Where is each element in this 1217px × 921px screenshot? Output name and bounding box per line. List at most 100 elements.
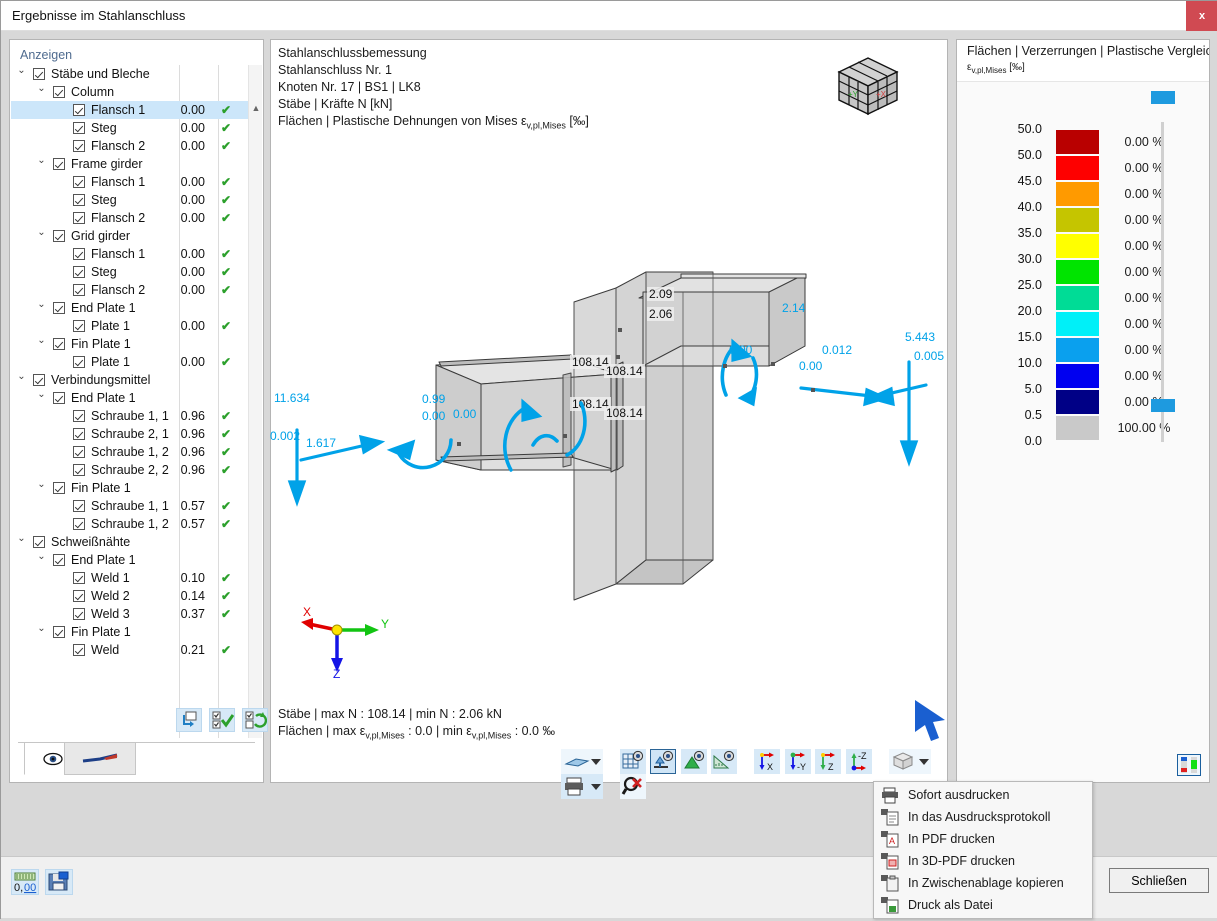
tree-checkbox[interactable] bbox=[73, 140, 85, 152]
tree-row[interactable]: Weld 1 0.10 ✔ bbox=[11, 569, 249, 587]
tree-checkbox[interactable] bbox=[53, 230, 65, 242]
tree-checkbox[interactable] bbox=[73, 518, 85, 530]
context-menu-item[interactable]: A In PDF drucken bbox=[874, 828, 1092, 850]
legend-slider-thumb-top[interactable] bbox=[1151, 91, 1175, 104]
tree-twisty-icon[interactable]: ⌄ bbox=[35, 296, 48, 314]
close-button[interactable]: Schließen bbox=[1109, 868, 1209, 893]
tree-row[interactable]: ⌄ Frame girder bbox=[11, 155, 249, 173]
view-in-minus-z-icon[interactable]: -Z bbox=[845, 749, 872, 774]
context-menu-item[interactable]: In das Ausdrucksprotokoll bbox=[874, 806, 1092, 828]
tree-row[interactable]: Schraube 1, 2 0.96 ✔ bbox=[11, 443, 249, 461]
scroll-up-icon[interactable]: ▲ bbox=[249, 101, 263, 115]
view-in-minus-y-icon[interactable]: -Y bbox=[784, 749, 811, 774]
tree-checkbox[interactable] bbox=[73, 248, 85, 260]
tree-checkbox[interactable] bbox=[73, 284, 85, 296]
tree-row[interactable]: Flansch 1 0.00 ✔ bbox=[11, 173, 249, 191]
tree-row[interactable]: Schraube 1, 1 0.57 ✔ bbox=[11, 497, 249, 515]
context-menu-item[interactable]: In 3D-PDF drucken bbox=[874, 850, 1092, 872]
invert-selection-icon[interactable] bbox=[242, 708, 268, 732]
tree-twisty-icon[interactable]: ⌄ bbox=[15, 530, 28, 548]
tree-checkbox[interactable] bbox=[73, 428, 85, 440]
tree-checkbox[interactable] bbox=[33, 536, 45, 548]
isometric-view-icon[interactable] bbox=[888, 749, 931, 774]
tree-checkbox[interactable] bbox=[73, 572, 85, 584]
tree-checkbox[interactable] bbox=[53, 338, 65, 350]
context-menu-item[interactable]: Druck als Datei bbox=[874, 894, 1092, 916]
print-icon[interactable] bbox=[561, 774, 603, 799]
tree-row[interactable]: Flansch 1 0.00 ✔ bbox=[11, 101, 249, 119]
tree-checkbox[interactable] bbox=[73, 446, 85, 458]
tree-row[interactable]: ⌄ End Plate 1 bbox=[11, 299, 249, 317]
tree-checkbox[interactable] bbox=[53, 86, 65, 98]
tree-checkbox[interactable] bbox=[33, 68, 45, 80]
tree-twisty-icon[interactable]: ⌄ bbox=[35, 224, 48, 242]
tree-row[interactable]: Schraube 1, 1 0.96 ✔ bbox=[11, 407, 249, 425]
tree-checkbox[interactable] bbox=[53, 554, 65, 566]
context-menu-item[interactable]: In Zwischenablage kopieren bbox=[874, 872, 1092, 894]
tree-row[interactable]: Schraube 1, 2 0.57 ✔ bbox=[11, 515, 249, 533]
tab-members[interactable] bbox=[64, 742, 136, 775]
tree-checkbox[interactable] bbox=[73, 266, 85, 278]
tree-checkbox[interactable] bbox=[73, 590, 85, 602]
tree-row[interactable]: Steg 0.00 ✔ bbox=[11, 191, 249, 209]
tree-checkbox[interactable] bbox=[53, 302, 65, 314]
window-close-button[interactable]: x bbox=[1186, 1, 1217, 31]
tree-checkbox[interactable] bbox=[53, 626, 65, 638]
tree-checkbox[interactable] bbox=[53, 158, 65, 170]
legend-slider-thumb-bottom[interactable] bbox=[1151, 399, 1175, 412]
tree-checkbox[interactable] bbox=[33, 374, 45, 386]
tree-checkbox[interactable] bbox=[73, 104, 85, 116]
tree-checkbox[interactable] bbox=[73, 500, 85, 512]
tree-twisty-icon[interactable]: ⌄ bbox=[35, 548, 48, 566]
tree-row[interactable]: ⌄ Column bbox=[11, 83, 249, 101]
tree-row[interactable]: ⌄ End Plate 1 bbox=[11, 551, 249, 569]
tree-checkbox[interactable] bbox=[73, 212, 85, 224]
support-visibility-icon[interactable] bbox=[650, 749, 677, 774]
tree-checkbox[interactable] bbox=[73, 464, 85, 476]
tree-row[interactable]: ⌄ End Plate 1 bbox=[11, 389, 249, 407]
save-view-icon[interactable] bbox=[45, 869, 73, 895]
tree-checkbox[interactable] bbox=[73, 194, 85, 206]
tree-twisty-icon[interactable]: ⌄ bbox=[35, 332, 48, 350]
mesh-visibility-icon[interactable] bbox=[619, 749, 646, 774]
legend-slider-track[interactable] bbox=[1161, 122, 1164, 442]
tree-twisty-icon[interactable]: ⌄ bbox=[15, 368, 28, 386]
view-in-z-icon[interactable]: Z bbox=[815, 749, 842, 774]
tree-row[interactable]: ⌄ Fin Plate 1 bbox=[11, 479, 249, 497]
tree-checkbox[interactable] bbox=[73, 608, 85, 620]
reset-view-icon[interactable] bbox=[619, 774, 646, 799]
dimensions-visibility-icon[interactable] bbox=[711, 749, 738, 774]
tree-twisty-icon[interactable]: ⌄ bbox=[35, 152, 48, 170]
tree-row[interactable]: Flansch 1 0.00 ✔ bbox=[11, 245, 249, 263]
tree-row[interactable]: ⌄ Grid girder bbox=[11, 227, 249, 245]
view-in-x-icon[interactable]: X bbox=[754, 749, 781, 774]
tree-row[interactable]: ⌄ Fin Plate 1 bbox=[11, 335, 249, 353]
tree-row[interactable]: Steg 0.00 ✔ bbox=[11, 263, 249, 281]
new-window-icon[interactable] bbox=[176, 708, 202, 732]
tree-row[interactable]: Steg 0.00 ✔ bbox=[11, 119, 249, 137]
context-menu-item[interactable]: Sofort ausdrucken bbox=[874, 784, 1092, 806]
surfaces-render-icon[interactable] bbox=[561, 749, 603, 774]
tree-checkbox[interactable] bbox=[73, 410, 85, 422]
tree-checkbox[interactable] bbox=[73, 320, 85, 332]
tree-checkbox[interactable] bbox=[53, 482, 65, 494]
tree-checkbox[interactable] bbox=[73, 176, 85, 188]
tree-twisty-icon[interactable]: ⌄ bbox=[15, 65, 28, 80]
print-context-menu[interactable]: Sofort ausdrucken In das Ausdrucksprotoko… bbox=[873, 781, 1093, 919]
tree-twisty-icon[interactable]: ⌄ bbox=[35, 386, 48, 404]
tree-checkbox[interactable] bbox=[53, 392, 65, 404]
tree-scrollbar[interactable]: ▲ ▼ bbox=[248, 65, 262, 738]
tree-checkbox[interactable] bbox=[73, 356, 85, 368]
tree-row[interactable]: Weld 0.21 ✔ bbox=[11, 641, 249, 659]
check-all-icon[interactable] bbox=[209, 708, 235, 732]
decimal-places-icon[interactable]: 0, 00 bbox=[11, 869, 39, 895]
tree-twisty-icon[interactable]: ⌄ bbox=[35, 620, 48, 638]
load-visibility-icon[interactable] bbox=[680, 749, 707, 774]
tree-row[interactable]: ⌄ Fin Plate 1 bbox=[11, 623, 249, 641]
tree-row[interactable]: Schraube 2, 1 0.96 ✔ bbox=[11, 425, 249, 443]
display-tree[interactable]: ⌄ Stäbe und Bleche ⌄ Column Flansch 1 0.00 ✔ St… bbox=[11, 65, 249, 738]
tree-checkbox[interactable] bbox=[73, 122, 85, 134]
tree-checkbox[interactable] bbox=[73, 644, 85, 656]
tree-twisty-icon[interactable]: ⌄ bbox=[35, 476, 48, 494]
tree-row[interactable]: Plate 1 0.00 ✔ bbox=[11, 353, 249, 371]
